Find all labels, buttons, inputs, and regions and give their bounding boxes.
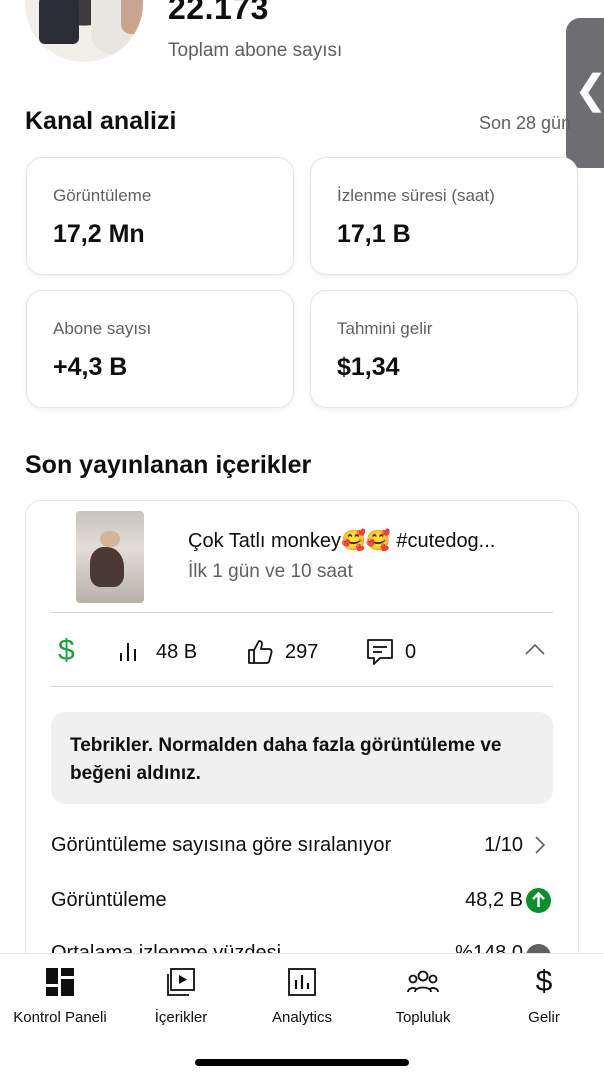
metric-value: 17,2 Mn bbox=[53, 220, 145, 248]
side-panel-tab[interactable]: ❮ bbox=[566, 18, 604, 168]
content-icon bbox=[121, 964, 241, 1000]
nav-label: Kontrol Paneli bbox=[13, 1009, 107, 1026]
home-indicator bbox=[195, 1059, 409, 1066]
divider bbox=[51, 612, 553, 613]
revenue-dollar-icon: $ bbox=[58, 634, 75, 667]
arrow-up-icon bbox=[526, 888, 551, 913]
views-row-label: Görüntüleme bbox=[51, 889, 167, 911]
nav-dashboard[interactable]: Kontrol Paneli bbox=[0, 964, 120, 1026]
nav-analytics[interactable]: Analytics bbox=[242, 964, 362, 1026]
recent-content-title: Son yayınlanan içerikler bbox=[25, 451, 312, 479]
nav-content[interactable]: İçerikler bbox=[121, 964, 241, 1026]
chevron-right-icon bbox=[533, 834, 547, 862]
divider bbox=[51, 686, 553, 687]
nav-community[interactable]: Topluluk bbox=[363, 964, 483, 1026]
avatar-figure bbox=[121, 0, 143, 34]
congrats-banner: Tebrikler. Normalden daha fazla görüntül… bbox=[51, 712, 553, 804]
date-range-label[interactable]: Son 28 gün bbox=[479, 113, 589, 134]
thumbnail-hand bbox=[100, 531, 120, 547]
avatar-figure bbox=[39, 0, 79, 44]
comments-count: 0 bbox=[405, 640, 417, 663]
thumbs-up-icon bbox=[248, 640, 273, 664]
metric-label: Abone sayısı bbox=[53, 319, 152, 338]
metric-card-views[interactable]: Görüntüleme 17,2 Mn bbox=[26, 157, 294, 275]
metric-value: $1,34 bbox=[337, 353, 400, 381]
bar-chart-icon bbox=[120, 643, 136, 661]
analytics-icon bbox=[242, 964, 362, 1000]
subscriber-count: 22.173 bbox=[168, 0, 269, 26]
metric-label: İzlenme süresi (saat) bbox=[337, 186, 495, 205]
comments-stat: 0 bbox=[366, 636, 416, 668]
video-thumbnail[interactable] bbox=[76, 511, 144, 603]
avg-view-percentage-row: Ortalama izlenme yüzdesi %148,0 bbox=[51, 940, 553, 954]
metric-value: 17,1 B bbox=[337, 220, 411, 248]
metric-value: +4,3 B bbox=[53, 353, 128, 381]
likes-count: 297 bbox=[285, 640, 319, 663]
channel-avatar[interactable] bbox=[25, 0, 143, 62]
thumbnail-dog bbox=[90, 547, 124, 587]
nav-label: Gelir bbox=[528, 1009, 560, 1026]
views-count: 48 B bbox=[156, 640, 198, 663]
metric-card-subscribers[interactable]: Abone sayısı +4,3 B bbox=[26, 290, 294, 408]
nav-label: İçerikler bbox=[154, 1009, 208, 1026]
ranking-value: 1/10 bbox=[484, 834, 523, 856]
ranking-label: Görüntüleme sayısına göre sıralanıyor bbox=[51, 834, 392, 856]
nav-revenue[interactable]: $ Gelir bbox=[484, 964, 604, 1026]
views-row-value: 48,2 B bbox=[465, 889, 523, 911]
subscriber-label: Toplam abone sayısı bbox=[168, 40, 343, 61]
metric-label: Görüntüleme bbox=[53, 186, 152, 205]
metric-label: Tahmini gelir bbox=[337, 319, 433, 338]
views-stat: 48 B bbox=[118, 636, 197, 668]
video-period: İlk 1 gün ve 10 saat bbox=[188, 561, 353, 582]
channel-analytics-title: Kanal analizi bbox=[25, 107, 177, 135]
metric-card-revenue[interactable]: Tahmini gelir $1,34 bbox=[310, 290, 578, 408]
congrats-text: Tebrikler. Normalden daha fazla görüntül… bbox=[70, 735, 502, 784]
nav-label: Analytics bbox=[271, 1009, 333, 1026]
dashboard-icon bbox=[0, 964, 120, 1000]
community-icon bbox=[363, 964, 483, 1000]
chevron-left-icon: ❮ bbox=[574, 70, 604, 110]
video-title[interactable]: Çok Tatlı monkey🥰🥰 #cutedog... bbox=[188, 528, 495, 553]
likes-stat: 297 bbox=[245, 636, 318, 668]
collapse-chevron-up-icon[interactable] bbox=[524, 642, 546, 661]
dollar-icon: $ bbox=[535, 965, 553, 998]
comment-icon bbox=[367, 639, 393, 665]
metric-card-watch-time[interactable]: İzlenme süresi (saat) 17,1 B bbox=[310, 157, 578, 275]
nav-label: Topluluk bbox=[395, 1009, 451, 1026]
